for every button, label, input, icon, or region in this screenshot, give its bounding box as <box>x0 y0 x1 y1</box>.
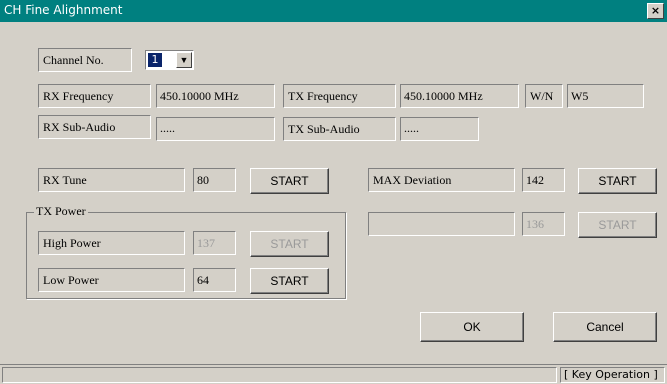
rx-sub-audio-label: RX Sub-Audio <box>38 115 151 139</box>
status-cell-main <box>2 367 557 383</box>
max-deviation-start-button[interactable]: START <box>578 168 657 194</box>
low-power-label: Low Power <box>38 268 185 292</box>
wn-label: W/N <box>525 84 563 108</box>
status-key-operation: [ Key Operation ] <box>560 367 665 383</box>
channel-selected-value[interactable]: 1 <box>148 53 162 67</box>
title-bar: CH Fine Alighnment × <box>0 0 667 22</box>
high-power-label: High Power <box>38 231 185 255</box>
tx-power-group-title: TX Power <box>34 204 88 219</box>
blank-label <box>368 212 515 236</box>
channel-label: Channel No. <box>38 48 132 72</box>
close-icon[interactable]: × <box>651 4 660 17</box>
cancel-button[interactable]: Cancel <box>553 312 657 342</box>
ok-button[interactable]: OK <box>420 312 524 342</box>
wn-value: W5 <box>567 84 644 108</box>
tx-sub-audio-value: ..... <box>400 117 479 141</box>
rx-frequency-label: RX Frequency <box>38 84 151 108</box>
disabled-value: 136 <box>522 212 565 236</box>
channel-select[interactable]: 1 ▼ <box>145 50 194 70</box>
tx-frequency-value: 450.10000 MHz <box>400 84 519 108</box>
low-power-value: 64 <box>193 268 236 292</box>
rx-tune-label: RX Tune <box>38 168 185 192</box>
high-power-start-button[interactable]: START <box>250 231 329 257</box>
low-power-start-button[interactable]: START <box>250 268 329 294</box>
high-power-value: 137 <box>193 231 236 255</box>
chevron-down-icon[interactable]: ▼ <box>176 52 192 68</box>
tx-sub-audio-label: TX Sub-Audio <box>283 117 396 141</box>
window-title: CH Fine Alighnment <box>4 3 123 17</box>
disabled-start-button[interactable]: START <box>578 212 657 238</box>
close-button[interactable]: × <box>647 3 664 19</box>
rx-tune-value: 80 <box>193 168 236 192</box>
rx-tune-start-button[interactable]: START <box>250 168 329 194</box>
rx-frequency-value: 450.10000 MHz <box>156 84 275 108</box>
tx-frequency-label: TX Frequency <box>283 84 396 108</box>
max-deviation-label: MAX Deviation <box>368 168 515 192</box>
rx-sub-audio-value: ..... <box>156 117 275 141</box>
max-deviation-value: 142 <box>522 168 565 192</box>
